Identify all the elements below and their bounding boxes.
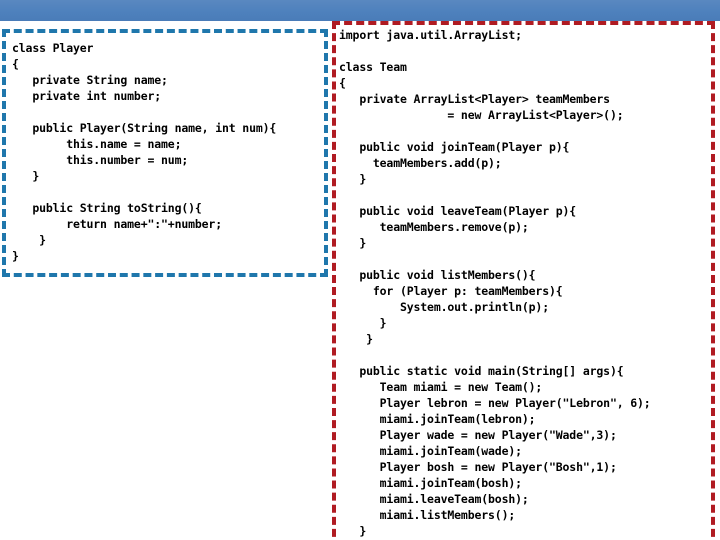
slide-canvas: class Player { private String name; priv… [0, 0, 720, 540]
top-blue-banner [0, 0, 720, 21]
team-class-code-text: import java.util.ArrayList; class Team {… [339, 28, 651, 538]
player-class-code-box[interactable]: class Player { private String name; priv… [2, 29, 328, 277]
player-class-code-text: class Player { private String name; priv… [12, 41, 277, 263]
team-class-code-box[interactable]: import java.util.ArrayList; class Team {… [332, 21, 715, 540]
